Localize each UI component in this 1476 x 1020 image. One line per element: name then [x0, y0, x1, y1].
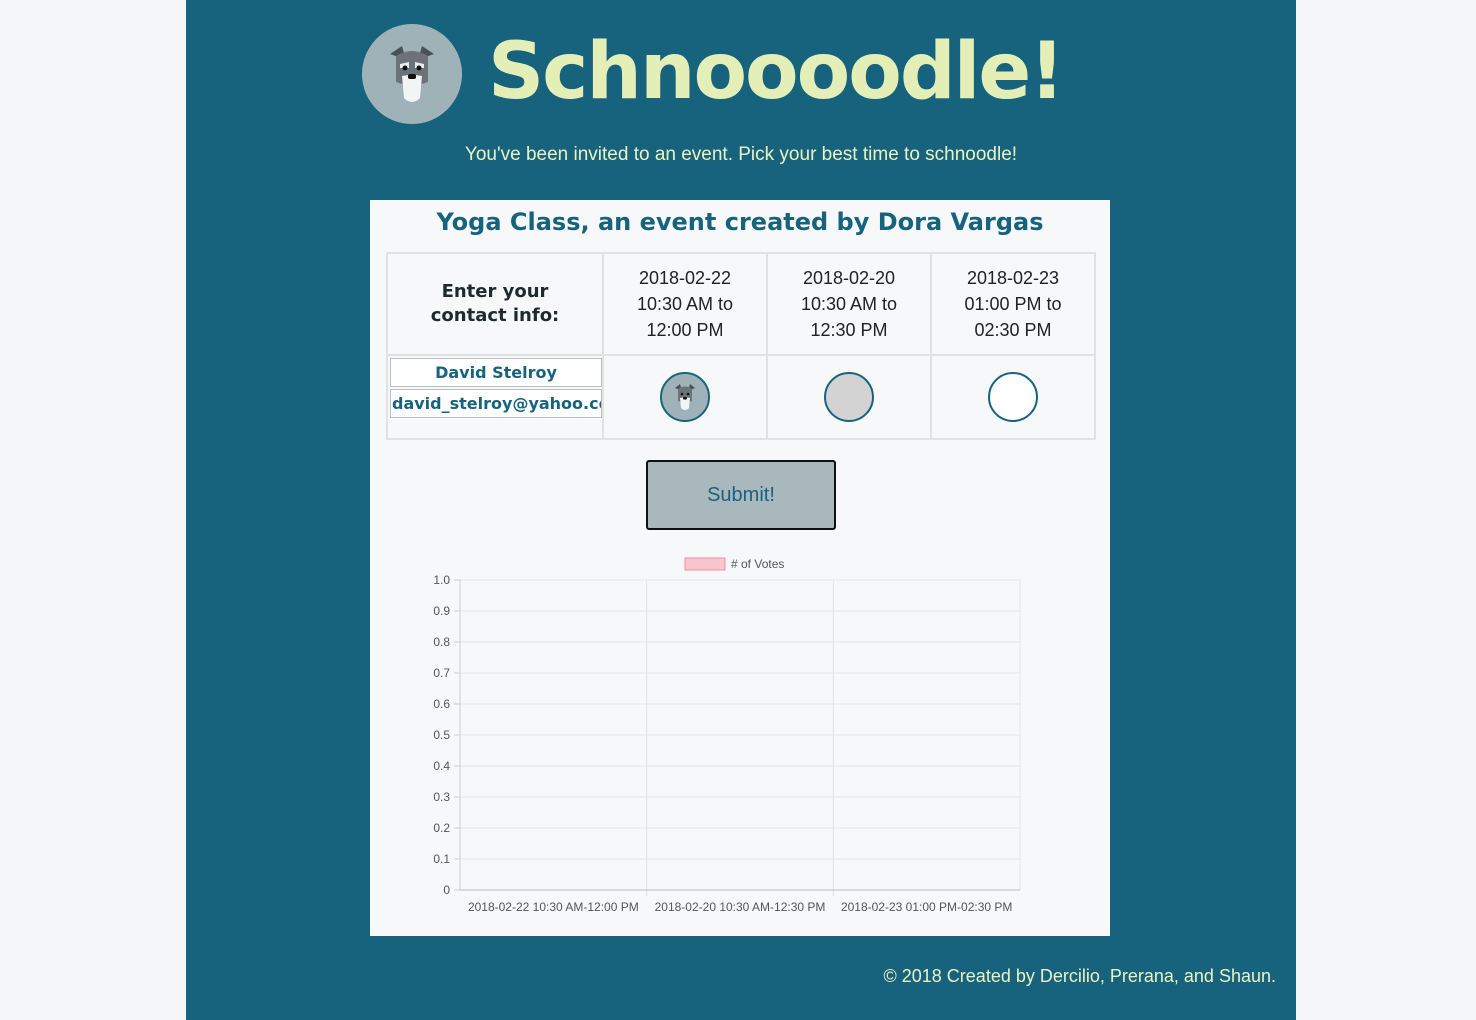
y-tick-label: 0.8	[433, 635, 450, 649]
vote-toggle-empty[interactable]	[988, 372, 1038, 422]
y-tick-label: 0.3	[433, 790, 450, 804]
response-row	[386, 354, 1096, 440]
submit-button[interactable]: Submit!	[646, 460, 836, 530]
slot-time: 10:30 AM to	[636, 294, 734, 314]
availability-table: Enter your contact info: 2018-02-22 10:3…	[386, 252, 1096, 440]
slot-end: 02:30 PM	[974, 320, 1052, 340]
y-tick-label: 0.2	[433, 821, 450, 835]
y-tick-label: 0.5	[433, 728, 450, 742]
footer-credits: © 2018 Created by Dercilio, Prerana, and…	[883, 966, 1277, 986]
invite-tagline: You've been invited to an event. Pick yo…	[464, 144, 1018, 165]
y-tick-label: 0.9	[433, 604, 450, 618]
slot-time: 10:30 AM to	[800, 294, 898, 314]
vote-cell	[602, 354, 768, 440]
y-tick-label: 1.0	[433, 573, 450, 587]
y-tick-label: 0.1	[433, 852, 450, 866]
table-header-row: Enter your contact info: 2018-02-22 10:3…	[386, 252, 1096, 356]
votes-chart: # of Votes 1.0 0.9 0.8 0.7 0.6 0.5 0.4 0.3 0.2 0.1…	[370, 550, 1110, 930]
time-slot-header: 2018-02-23 01:00 PM to 02:30 PM	[930, 252, 1096, 356]
header: Schnoooodle! You've been invited to an e…	[186, 0, 1296, 165]
legend-swatch	[684, 557, 726, 571]
slot-end: 12:00 PM	[646, 320, 724, 340]
y-tick-label: 0	[443, 883, 450, 897]
slot-time: 01:00 PM to	[964, 294, 1062, 314]
time-slot-header: 2018-02-22 10:30 AM to 12:00 PM	[602, 252, 768, 356]
slot-date: 2018-02-23	[966, 268, 1060, 288]
name-input[interactable]	[390, 358, 602, 387]
time-slot-header: 2018-02-20 10:30 AM to 12:30 PM	[766, 252, 932, 356]
schnauzer-dog-icon	[362, 24, 462, 124]
slot-date: 2018-02-22	[638, 268, 732, 288]
app-title: Schnoooodle!	[488, 27, 1065, 117]
slot-end: 12:30 PM	[810, 320, 888, 340]
legend-label: # of Votes	[731, 557, 784, 571]
contact-cell	[386, 354, 604, 440]
vote-cell	[766, 354, 932, 440]
page-container: Schnoooodle! You've been invited to an e…	[186, 0, 1296, 1020]
x-tick-label: 2018-02-23 01:00 PM-02:30 PM	[841, 900, 1012, 914]
vote-cell	[930, 354, 1096, 440]
votes-chart-svg: # of Votes 1.0 0.9 0.8 0.7 0.6 0.5 0.4 0.3 0.2 0.1…	[433, 557, 1021, 914]
event-card: Yoga Class, an event created by Dora Var…	[370, 200, 1110, 936]
vote-toggle-maybe[interactable]	[824, 372, 874, 422]
schnauzer-dog-icon	[662, 374, 708, 420]
y-tick-label: 0.7	[433, 666, 450, 680]
y-tick-label: 0.4	[433, 759, 450, 773]
vote-toggle-selected[interactable]	[660, 372, 710, 422]
y-tick-label: 0.6	[433, 697, 450, 711]
x-tick-label: 2018-02-20 10:30 AM-12:30 PM	[655, 900, 826, 914]
x-tick-label: 2018-02-22 10:30 AM-12:00 PM	[468, 900, 639, 914]
contact-header: Enter your contact info:	[386, 252, 604, 356]
event-title: Yoga Class, an event created by Dora Var…	[436, 208, 1044, 236]
slot-date: 2018-02-20	[802, 268, 896, 288]
email-input[interactable]	[390, 389, 602, 418]
